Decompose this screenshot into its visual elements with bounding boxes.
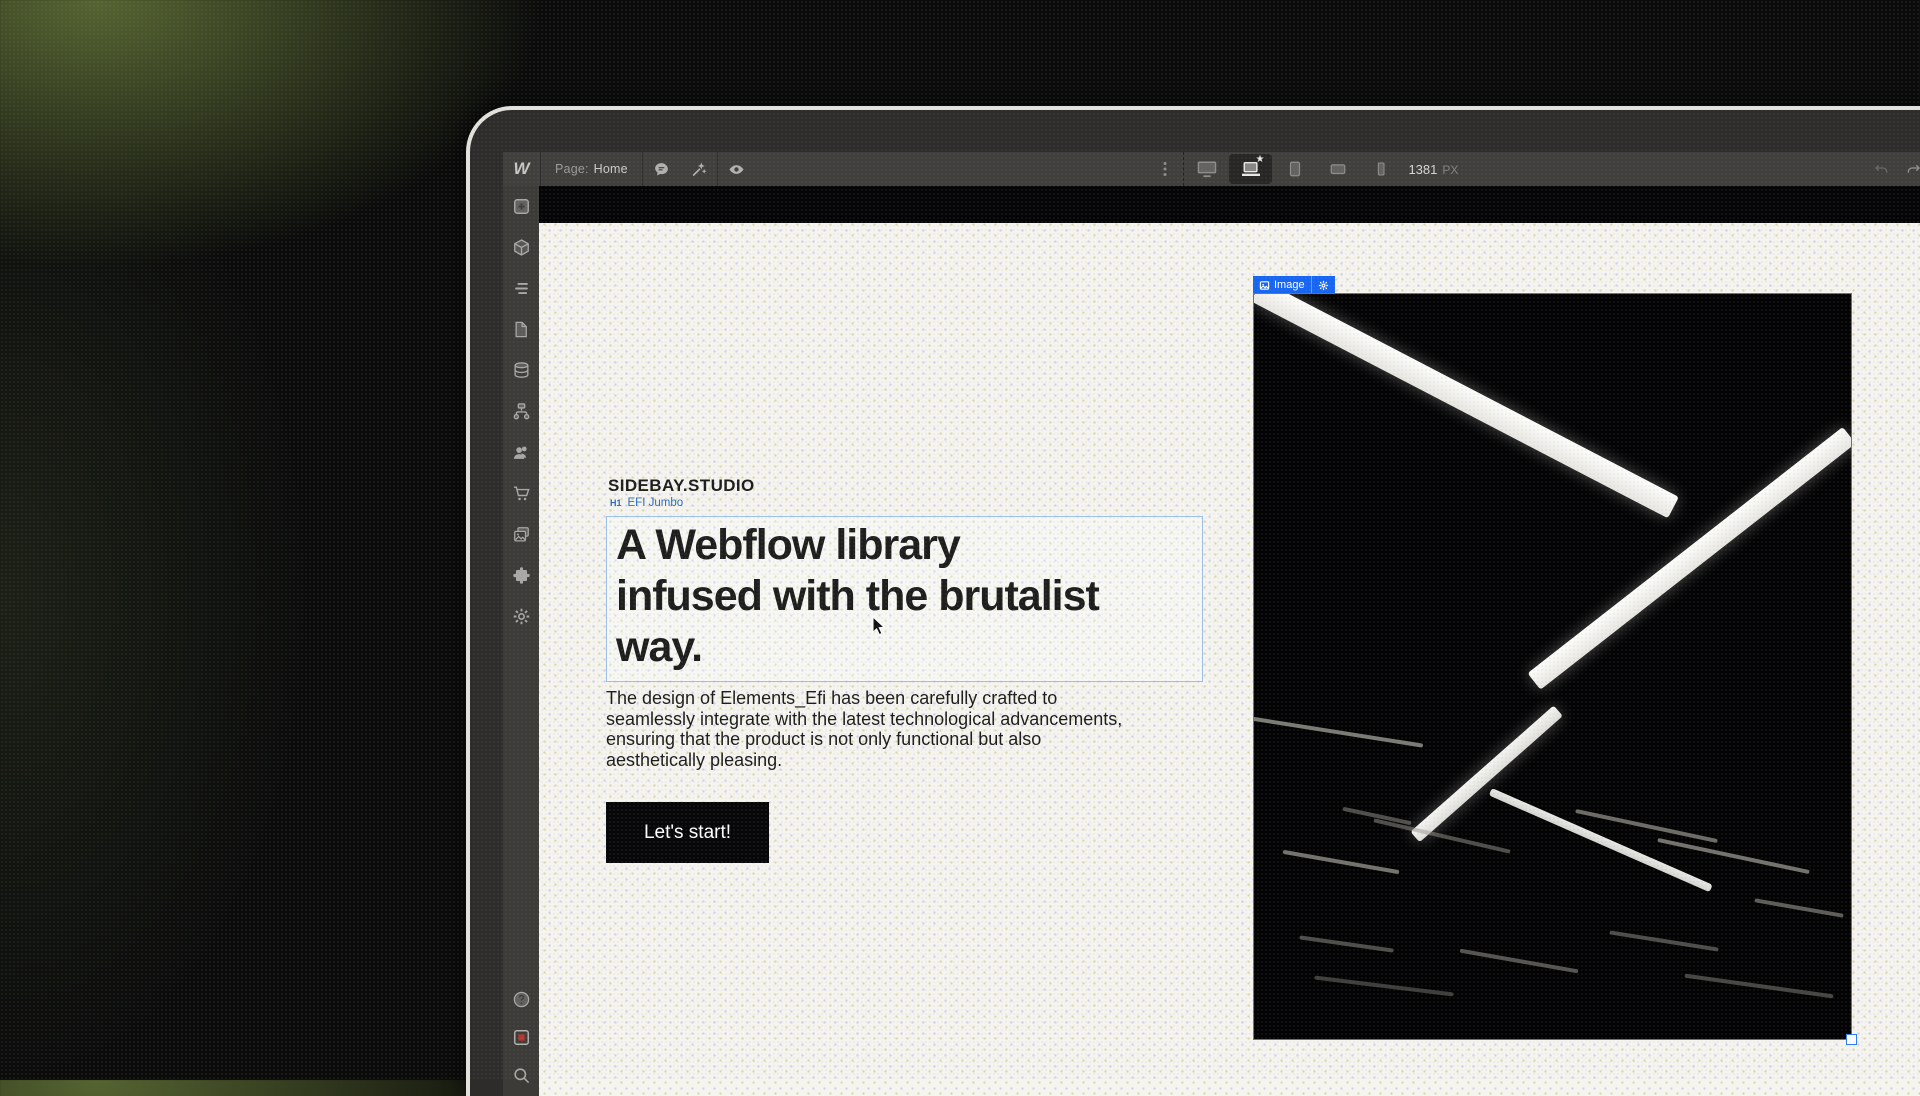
cta-button-label: Let's start! — [644, 822, 731, 844]
users-icon[interactable] — [510, 441, 532, 463]
selected-element-tag: H1 — [610, 498, 622, 508]
search-icon[interactable] — [510, 1064, 532, 1086]
video-lessons-icon[interactable] — [510, 1026, 532, 1048]
image-element[interactable] — [1253, 293, 1852, 1040]
image-badge-label: Image — [1274, 279, 1305, 291]
breakpoint-phone-icon[interactable] — [1359, 152, 1402, 186]
preview-eye-icon[interactable] — [718, 152, 755, 186]
image-element-badge[interactable]: Image — [1253, 276, 1335, 294]
desktop-background: { "app": { "toolbar": { "logo": "W", "pa… — [0, 0, 1920, 1080]
add-elements-icon[interactable] — [510, 195, 532, 217]
help-icon[interactable] — [510, 988, 532, 1010]
page-top-black-section — [539, 186, 1920, 223]
page-selector-name: Home — [594, 162, 628, 176]
breakpoint-laptop-icon[interactable]: ★ — [1229, 154, 1272, 184]
heading-line: A Webflow library — [616, 520, 1193, 571]
heading-line: way. — [616, 622, 1193, 673]
breakpoint-tablet-icon[interactable] — [1273, 152, 1316, 186]
canvas-width-value: 1381 — [1408, 162, 1437, 177]
mouse-cursor — [872, 616, 887, 642]
cta-button[interactable]: Let's start! — [606, 802, 769, 863]
logic-icon[interactable] — [510, 400, 532, 422]
ecommerce-icon[interactable] — [510, 482, 532, 504]
cms-icon[interactable] — [510, 359, 532, 381]
top-toolbar: W Page: Home ★ — [503, 152, 1920, 187]
ceiling-lights-image — [1254, 294, 1851, 1039]
page-selector-prefix: Page: — [555, 162, 589, 176]
selected-element-class: EFI Jumbo — [628, 497, 684, 509]
image-settings-gear[interactable] — [1312, 276, 1335, 294]
left-toolbar — [503, 186, 539, 1096]
apps-icon[interactable] — [510, 564, 532, 586]
undo-icon[interactable] — [1864, 152, 1897, 186]
breakpoint-tablet-landscape-icon[interactable] — [1316, 152, 1359, 186]
paragraph-line: seamlessly integrate with the latest tec… — [606, 709, 1206, 730]
canvas-width-indicator[interactable]: 1381 PX — [1408, 162, 1458, 177]
comment-icon[interactable] — [643, 152, 680, 186]
webflow-logo[interactable]: W — [503, 152, 540, 186]
image-icon — [1259, 280, 1270, 291]
image-badge-main[interactable]: Image — [1253, 276, 1311, 294]
more-kebab-icon[interactable] — [1146, 152, 1183, 186]
designer-window: W Page: Home ★ — [466, 106, 1920, 1096]
page-selector[interactable]: Page: Home — [541, 152, 642, 186]
breakpoint-star-icon: ★ — [1255, 155, 1264, 165]
design-canvas[interactable]: SIDEBAY.STUDIO H1 EFI Jumbo A Webflow li… — [539, 186, 1920, 1096]
hero-paragraph[interactable]: The design of Elements_Efi has been care… — [606, 688, 1206, 770]
navigator-icon[interactable] — [510, 277, 532, 299]
paragraph-line: ensuring that the product is not only fu… — [606, 729, 1206, 750]
heading-line: infused with the brutalist — [616, 571, 1193, 622]
paragraph-line: The design of Elements_Efi has been care… — [606, 688, 1206, 709]
assets-icon[interactable] — [510, 523, 532, 545]
breakpoint-desktop-icon[interactable] — [1185, 152, 1228, 186]
hero-heading[interactable]: A Webflow library infused with the bruta… — [606, 516, 1203, 682]
magic-wand-icon[interactable] — [680, 152, 717, 186]
paragraph-line: aesthetically pleasing. — [606, 750, 1206, 771]
settings-icon[interactable] — [510, 605, 532, 627]
selected-element-label[interactable]: H1 EFI Jumbo — [610, 497, 683, 509]
components-icon[interactable] — [510, 236, 532, 258]
hero-brand-text: SIDEBAY.STUDIO — [608, 476, 755, 496]
resize-handle[interactable] — [1846, 1034, 1857, 1045]
pages-icon[interactable] — [510, 318, 532, 340]
canvas-width-unit: PX — [1442, 163, 1458, 177]
gear-icon — [1318, 280, 1329, 291]
redo-icon[interactable] — [1897, 152, 1920, 186]
